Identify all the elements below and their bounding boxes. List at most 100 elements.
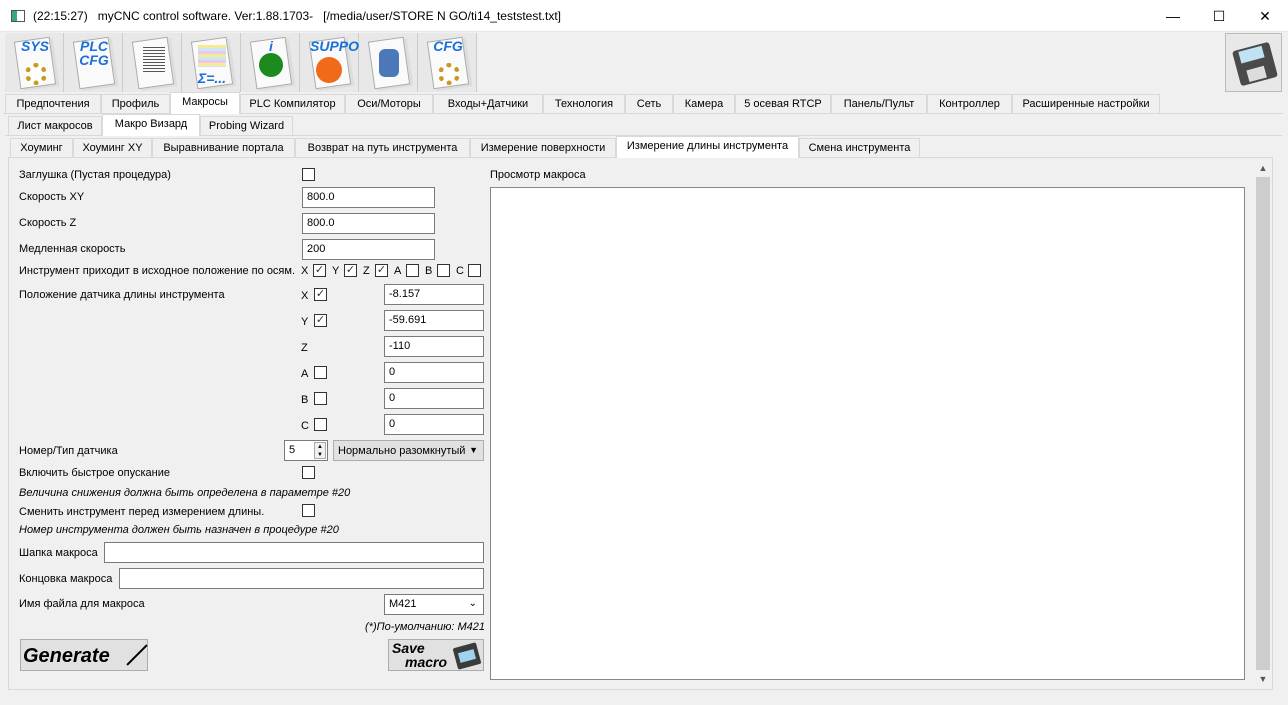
info-icon <box>259 53 283 77</box>
main-tab-10[interactable]: Панель/Пульт <box>831 94 927 114</box>
change-tool-checkbox[interactable] <box>302 504 315 517</box>
main-tabs: Предпочтения Профиль Макросы PLC Компилятор… <box>0 92 1288 114</box>
main-tab-4[interactable]: Оси/Моторы <box>345 94 433 114</box>
sensor-axis-Z-label: Z <box>301 342 308 354</box>
sensor-type-dropdown[interactable]: Нормально разомкнутый ▼ <box>333 440 484 461</box>
toolbar-document-button[interactable] <box>123 33 182 92</box>
sensor-axis-Y-checkbox[interactable]: ✓ <box>314 314 327 327</box>
speed-z-input[interactable]: 800.0 <box>302 213 435 234</box>
dummy-checkbox[interactable] <box>302 168 315 181</box>
sensor-axis-A-checkbox[interactable] <box>314 366 327 379</box>
home-axis-A-checkbox[interactable] <box>406 264 419 277</box>
scrollbar-thumb[interactable] <box>1256 177 1270 670</box>
home-axis-Z-label: Z <box>363 265 370 277</box>
main-tab-7[interactable]: Сеть <box>625 94 673 114</box>
sensor-axis-C-checkbox[interactable] <box>314 418 327 431</box>
sensor-axis-C-input[interactable]: 0 <box>384 414 484 435</box>
main-tab-11[interactable]: Контроллер <box>927 94 1012 114</box>
macro-footer-input[interactable] <box>119 568 484 589</box>
sensor-axis-X-checkbox[interactable]: ✓ <box>314 288 327 301</box>
save-label-line2: macro <box>405 654 448 670</box>
sub-tab-2[interactable]: Probing Wizard <box>200 116 293 136</box>
main-tab-3[interactable]: PLC Компилятор <box>240 94 345 114</box>
formula-label: Σ=... <box>197 70 227 86</box>
close-button[interactable]: ✕ <box>1242 0 1288 32</box>
macro-header-input[interactable] <box>104 542 484 563</box>
dummy-label: Заглушка (Пустая процедура) <box>19 169 171 181</box>
wizard-tab-4[interactable]: Измерение поверхности <box>470 138 616 158</box>
wizard-tab-2[interactable]: Выравнивание портала <box>152 138 295 158</box>
fast-descent-checkbox[interactable] <box>302 466 315 479</box>
macro-footer-label: Концовка макроса <box>19 573 113 585</box>
wizard-tab-6[interactable]: Смена инструмента <box>799 138 920 158</box>
scroll-up-icon[interactable]: ▲ <box>1255 160 1271 176</box>
wizard-tab-3[interactable]: Возврат на путь инструмента <box>295 138 470 158</box>
gear-icon <box>25 63 47 85</box>
wizard-tabs: Хоуминг Хоуминг XY Выравнивание портала Воз… <box>0 136 1288 158</box>
slow-speed-input[interactable]: 200 <box>302 239 435 260</box>
sub-tabs: Лист макросов Макро Визард Probing Wizard <box>0 114 1288 136</box>
toolbar-info-button[interactable]: i <box>241 33 300 92</box>
slow-speed-label: Медленная скорость <box>19 243 126 255</box>
phone-icon <box>316 57 342 83</box>
sensor-axis-Y-input[interactable]: -59.691 <box>384 310 484 331</box>
sub-tab-0[interactable]: Лист макросов <box>8 116 102 136</box>
main-tab-12[interactable]: Расширенные настройки <box>1012 94 1160 114</box>
home-axis-Z-checkbox[interactable]: ✓ <box>375 264 388 277</box>
sub-tab-1[interactable]: Макро Визард <box>102 114 200 136</box>
main-tab-0[interactable]: Предпочтения <box>5 94 101 114</box>
change-tool-label: Сменить инструмент перед измерением длин… <box>19 506 265 518</box>
scrollbar[interactable]: ▲ ▼ <box>1255 160 1271 687</box>
generate-button[interactable]: Generate <box>20 639 148 671</box>
home-axis-B-checkbox[interactable] <box>437 264 450 277</box>
speed-xy-input[interactable]: 800.0 <box>302 187 435 208</box>
main-tab-1[interactable]: Профиль <box>101 94 170 114</box>
macro-header-label: Шапка макроса <box>19 547 98 559</box>
database-icon <box>379 49 399 77</box>
sensor-axis-X-input[interactable]: -8.157 <box>384 284 484 305</box>
home-axis-Y-checkbox[interactable]: ✓ <box>344 264 357 277</box>
home-axis-B-label: B <box>425 265 433 277</box>
main-tab-2[interactable]: Макросы <box>170 92 240 114</box>
sensor-axis-A-input[interactable]: 0 <box>384 362 484 383</box>
home-axis-C-label: C <box>456 265 464 277</box>
chevron-down-icon: ⌄ <box>468 598 477 609</box>
speed-z-label: Скорость Z <box>19 217 77 229</box>
change-tool-note: Номер инструмента должен быть назначен в… <box>19 524 339 536</box>
sensor-axis-B-checkbox[interactable] <box>314 392 327 405</box>
toolbar-cfg-button[interactable]: CFG <box>418 33 477 92</box>
sensor-axis-B-input[interactable]: 0 <box>384 388 484 409</box>
toolbar-sys-button[interactable]: SYS <box>5 33 64 92</box>
maximize-button[interactable]: ☐ <box>1196 0 1242 32</box>
toolbar-database-button[interactable] <box>359 33 418 92</box>
default-filename-note: (*)По-умолчанию: M421 <box>365 621 485 633</box>
home-axis-A-label: A <box>394 265 402 277</box>
home-axes-label: Инструмент приходит в исходное положение… <box>19 265 296 277</box>
fast-descent-note: Величина снижения должна быть определена… <box>19 487 351 499</box>
fast-descent-label: Включить быстрое опускание <box>19 467 171 479</box>
filename-value: M421 <box>389 598 417 610</box>
main-tab-9[interactable]: 5 осевая RTCP <box>735 94 831 114</box>
info-label: i <box>269 38 273 54</box>
main-tab-6[interactable]: Технология <box>543 94 625 114</box>
main-tab-5[interactable]: Входы+Датчики <box>433 94 543 114</box>
support-label: SUPPORT <box>310 38 378 54</box>
home-axis-C-checkbox[interactable] <box>468 264 481 277</box>
toolbar-support-button[interactable]: SUPPORT <box>300 33 378 92</box>
sensor-axis-Z-input[interactable]: -110 <box>384 336 484 357</box>
save-macro-button[interactable]: Save macro <box>388 639 484 671</box>
save-config-button[interactable] <box>1225 33 1282 92</box>
sensor-number-spinbox[interactable]: 5 ▲ ▼ <box>284 440 328 461</box>
macro-preview-area[interactable] <box>490 187 1245 680</box>
toolbar-formula-button[interactable]: Σ=... <box>182 33 241 92</box>
wizard-tab-1[interactable]: Хоуминг XY <box>73 138 152 158</box>
wizard-tab-5[interactable]: Измерение длины инструмента <box>616 136 799 158</box>
toolbar-plc-cfg-button[interactable]: PLC CFG <box>64 33 123 92</box>
main-tab-8[interactable]: Камера <box>673 94 735 114</box>
wizard-tab-0[interactable]: Хоуминг <box>10 138 73 158</box>
scroll-down-icon[interactable]: ▼ <box>1255 671 1271 687</box>
filename-combobox[interactable]: M421 ⌄ <box>384 594 484 615</box>
home-axis-X-checkbox[interactable]: ✓ <box>313 264 326 277</box>
spin-arrows-icon[interactable]: ▲ ▼ <box>314 442 326 459</box>
minimize-button[interactable]: — <box>1150 0 1196 32</box>
